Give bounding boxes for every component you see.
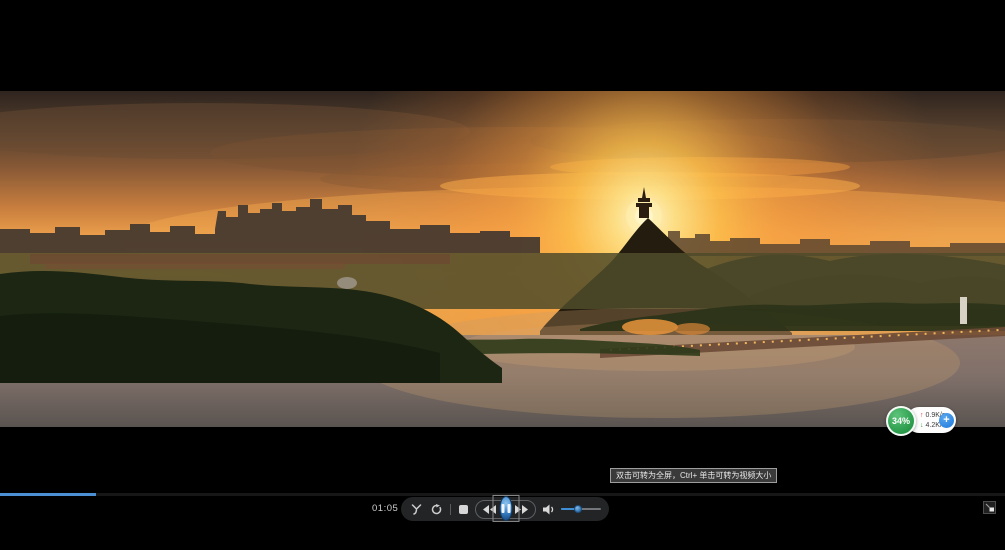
control-bar [401,497,609,521]
usage-ball[interactable]: 34% [886,406,916,436]
video-frame[interactable] [0,91,1005,427]
fullscreen-icon [983,501,996,514]
volume-slider[interactable] [561,499,599,519]
upload-arrow-icon: ↑ [920,412,924,419]
separator [450,504,451,515]
volume-thumb[interactable] [574,505,582,513]
transport-group [475,500,536,519]
network-speed-widget[interactable]: ↑ 0.9K/s ↓ 4.2K/s + 34% [886,404,958,437]
pause-button[interactable] [492,495,519,522]
stop-button[interactable] [459,505,468,514]
tooltip: 双击可转为全屏，Ctrl+ 单击可转为视频大小 [610,468,777,483]
tooltip-text: 双击可转为全屏，Ctrl+ 单击可转为视频大小 [616,471,771,480]
marker-icon [411,504,422,515]
sunset-scene [0,91,1005,427]
pause-icon [499,496,512,521]
usage-percent: 34% [892,416,910,426]
volume-icon [543,504,556,515]
expand-button[interactable]: + [939,413,954,428]
player-window: 双击可转为全屏，Ctrl+ 单击可转为视频大小 ↑ 0.9K/s ↓ 4.2K/… [0,0,1005,550]
stop-icon [459,505,468,514]
elapsed-time: 01:05 [372,503,398,514]
fullscreen-button[interactable] [983,501,996,514]
marker-button[interactable] [411,504,422,515]
repeat-button[interactable] [431,504,442,515]
seekbar-fill [0,493,96,496]
repeat-icon [431,504,442,515]
mute-button[interactable] [543,504,556,515]
download-arrow-icon: ↓ [920,422,924,429]
